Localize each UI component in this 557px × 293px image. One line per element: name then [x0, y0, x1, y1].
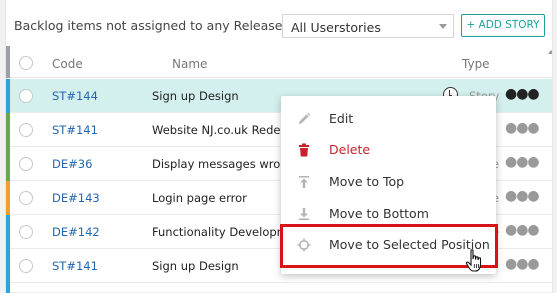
- row-color-bar: [6, 79, 10, 113]
- filter-value: All Userstories: [291, 20, 381, 35]
- more-options-icon[interactable]: ●●●: [505, 120, 540, 136]
- row-color-bar: [6, 181, 10, 215]
- row-code[interactable]: DE#36: [52, 157, 92, 171]
- row-checkbox[interactable]: [19, 225, 33, 239]
- userstory-filter-select[interactable]: All Userstories: [282, 14, 454, 38]
- backlog-header-title: Backlog items not assigned to any Releas…: [14, 18, 283, 33]
- row-code[interactable]: DE#142: [52, 225, 100, 239]
- hand-cursor-icon: [465, 249, 482, 272]
- header-color-bar: [6, 46, 10, 78]
- row-code[interactable]: DE#143: [52, 191, 100, 205]
- table-header: Code Name Type: [6, 46, 552, 78]
- move-to-bottom-icon: [299, 208, 309, 220]
- row-checkbox[interactable]: [19, 157, 33, 171]
- row-checkbox[interactable]: [19, 191, 33, 205]
- row-checkbox[interactable]: [19, 89, 33, 103]
- table-row[interactable]: [6, 283, 552, 293]
- add-story-button[interactable]: + ADD STORY: [461, 14, 545, 37]
- menu-item-label: Delete: [329, 142, 371, 157]
- menu-item-delete[interactable]: Delete: [281, 135, 496, 165]
- row-name: Sign up Design: [152, 259, 239, 273]
- row-color-bar: [6, 249, 10, 283]
- row-code[interactable]: ST#144: [52, 89, 98, 103]
- row-name: Display messages wron: [152, 157, 288, 171]
- row-name: Functionality Developm: [152, 225, 288, 239]
- more-options-icon[interactable]: ●●●: [505, 188, 540, 204]
- move-to-top-icon: [299, 176, 309, 188]
- chevron-down-icon: [439, 24, 447, 29]
- row-color-bar: [6, 283, 10, 293]
- column-header-type[interactable]: Type: [462, 57, 490, 71]
- menu-item-label: Edit: [329, 111, 354, 126]
- row-color-bar: [6, 215, 10, 249]
- menu-item-label: Move to Bottom: [329, 206, 429, 221]
- more-options-icon[interactable]: ●●●: [505, 222, 540, 238]
- row-name: Login page error: [152, 191, 247, 205]
- more-options-icon[interactable]: ●●●: [505, 86, 540, 102]
- scroll-up-arrow-icon[interactable]: [548, 50, 552, 54]
- pencil-icon: [299, 112, 311, 124]
- menu-item-move-to-top[interactable]: Move to Top: [281, 167, 496, 197]
- row-name: Website NJ.co.uk Redes: [152, 123, 287, 137]
- row-checkbox[interactable]: [19, 123, 33, 137]
- column-header-code[interactable]: Code: [52, 57, 83, 71]
- row-color-bar: [6, 113, 10, 147]
- row-code[interactable]: ST#141: [52, 123, 98, 137]
- column-header-name[interactable]: Name: [172, 57, 207, 71]
- more-options-icon[interactable]: ●●●: [505, 256, 540, 272]
- row-color-bar: [6, 147, 10, 181]
- more-options-icon[interactable]: ●●●: [505, 154, 540, 170]
- backlog-panel: Backlog items not assigned to any Releas…: [5, 0, 553, 293]
- menu-item-edit[interactable]: Edit: [281, 104, 496, 134]
- row-code[interactable]: ST#141: [52, 259, 98, 273]
- menu-item-label: Move to Top: [329, 174, 405, 189]
- trash-icon: [299, 143, 309, 157]
- select-all-checkbox[interactable]: [19, 56, 33, 70]
- row-checkbox[interactable]: [19, 259, 33, 273]
- row-name: Sign up Design: [152, 89, 239, 103]
